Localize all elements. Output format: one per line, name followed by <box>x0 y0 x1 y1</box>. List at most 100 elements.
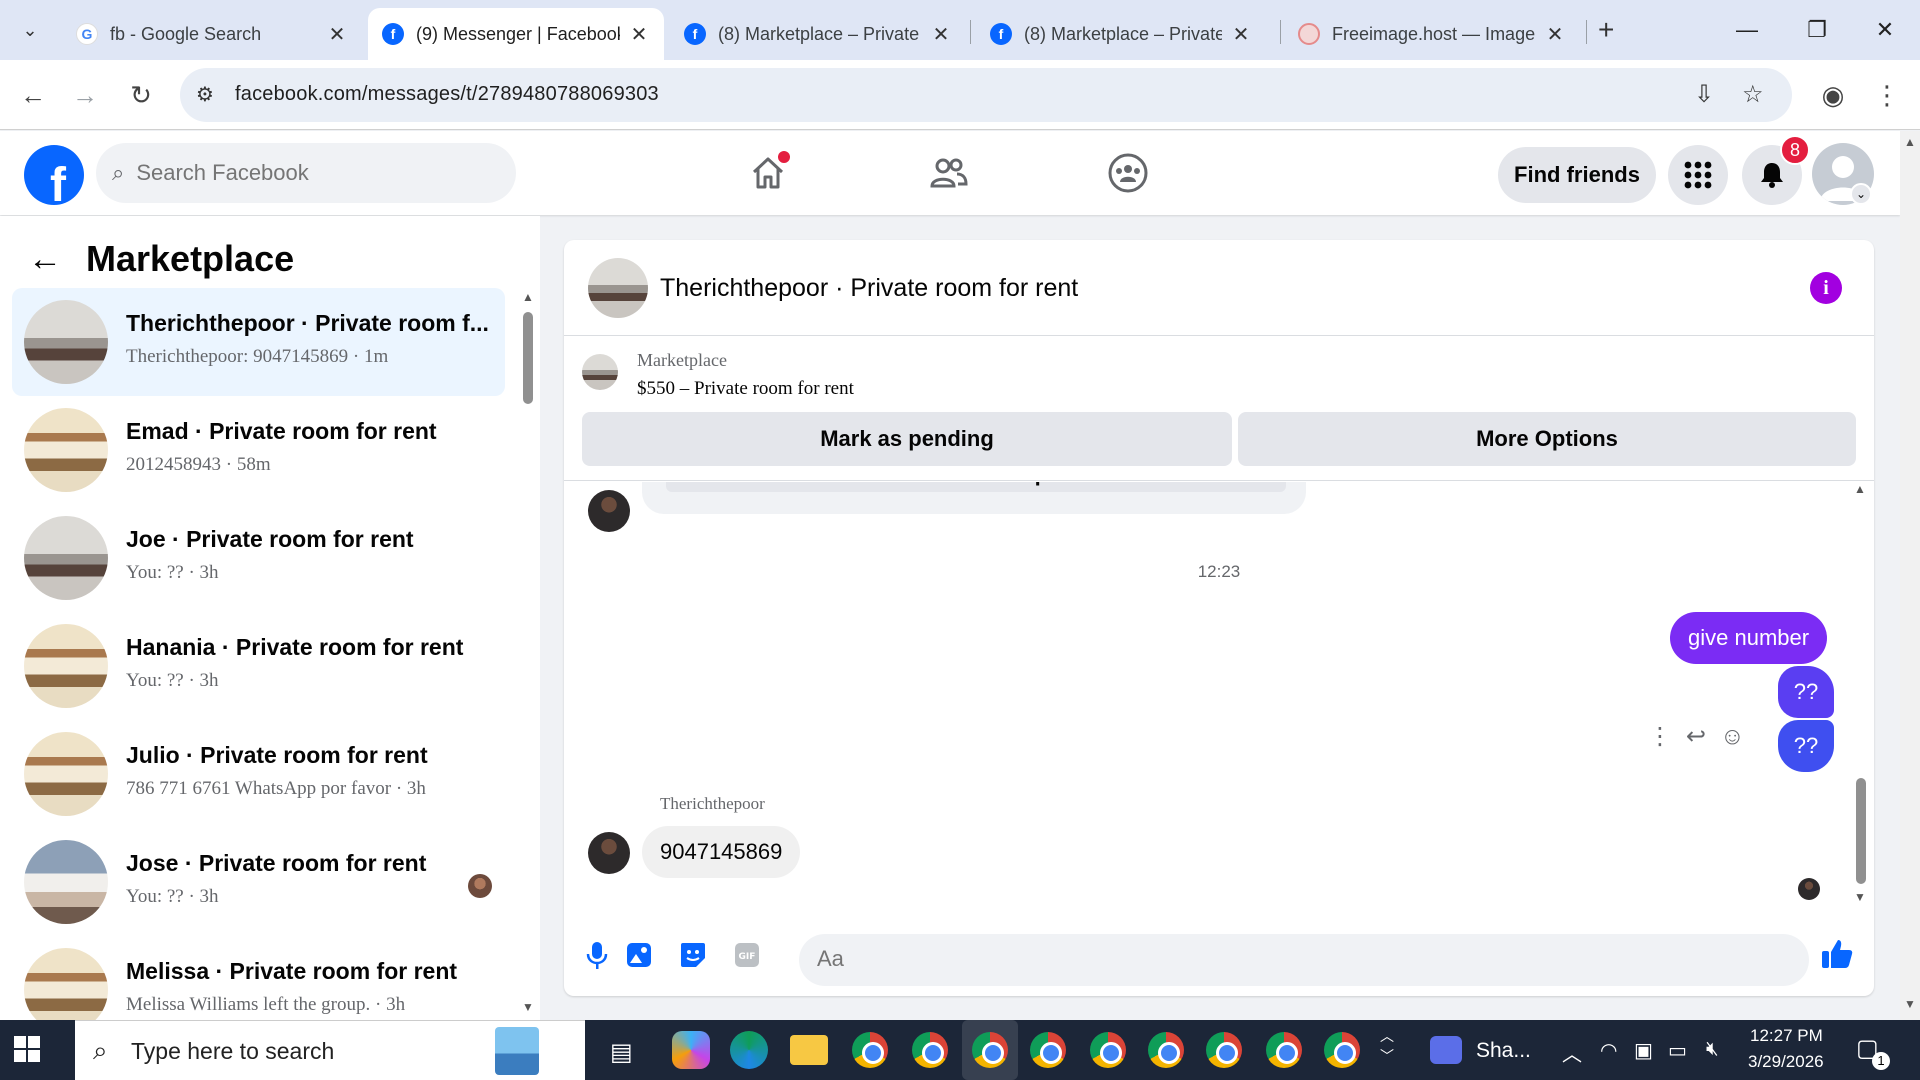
page-scrollbar[interactable]: ▲ ▼ <box>1900 131 1920 1020</box>
minimize-icon[interactable]: — <box>1724 12 1770 48</box>
chrome-profile-icon[interactable] <box>912 1032 948 1068</box>
conversation-jose[interactable]: Jose · Private room for rent You: ?? · 3… <box>12 828 505 936</box>
clock-date[interactable]: 3/29/2026 <box>1748 1052 1824 1072</box>
react-icon[interactable]: ☺ <box>1720 723 1745 751</box>
menu-button[interactable] <box>1668 145 1728 205</box>
chat-title[interactable]: Therichthepoor · Private room for rent <box>660 274 1078 303</box>
address-bar[interactable]: ⚙ facebook.com/messages/t/27894807880693… <box>180 68 1792 122</box>
chrome-profile-icon[interactable] <box>972 1032 1008 1068</box>
back-arrow-icon[interactable]: ← <box>16 78 50 112</box>
search-input[interactable] <box>136 160 437 186</box>
gif-icon[interactable]: GIF <box>730 938 764 972</box>
tab-search-button[interactable]: ⌄ <box>10 12 50 48</box>
sticker-icon[interactable] <box>676 938 710 972</box>
close-tab-icon[interactable]: ✕ <box>326 22 348 47</box>
scroll-up-icon[interactable]: ▲ <box>522 290 534 304</box>
more-actions-icon[interactable]: ⋮ <box>1648 722 1672 751</box>
facebook-logo[interactable]: f <box>24 145 84 205</box>
taskbar-search[interactable]: ⌕ Type here to search <box>75 1020 585 1080</box>
home-nav[interactable] <box>738 147 798 199</box>
chat-avatar[interactable] <box>588 258 648 318</box>
scroll-up-icon[interactable]: ▲ <box>1904 135 1916 149</box>
chrome-profile-icon[interactable] <box>1206 1032 1242 1068</box>
share-app-icon[interactable] <box>1430 1036 1462 1064</box>
task-view-icon[interactable]: ▤ <box>610 1038 633 1067</box>
reload-icon[interactable]: ↻ <box>124 78 158 112</box>
show-hidden-icons-chevron[interactable]: ︿ <box>1562 1038 1582 1067</box>
close-tab-icon[interactable]: ✕ <box>930 22 952 47</box>
chrome-profile-icon[interactable] <box>1148 1032 1184 1068</box>
close-window-icon[interactable]: ✕ <box>1862 12 1908 48</box>
chrome-icon[interactable] <box>852 1032 888 1068</box>
find-friends-button[interactable]: Find friends <box>1498 147 1656 203</box>
share-app-label[interactable]: Sha... <box>1476 1039 1531 1063</box>
scrollbar-thumb[interactable] <box>523 312 533 404</box>
url-text[interactable]: facebook.com/messages/t/2789480788069303 <box>235 83 659 106</box>
conversation-emad[interactable]: Emad · Private room for rent 2012458943 … <box>12 396 505 504</box>
friends-nav[interactable] <box>918 147 978 199</box>
more-options-button[interactable]: More Options <box>1238 412 1856 466</box>
tab-messenger[interactable]: f (9) Messenger | Facebook ✕ <box>368 8 664 60</box>
edge-icon[interactable] <box>730 1031 768 1069</box>
scroll-up-icon[interactable]: ▲ <box>1854 482 1866 496</box>
battery-icon[interactable]: ▭ <box>1668 1038 1687 1063</box>
outgoing-message[interactable]: ?? <box>1778 666 1834 718</box>
account-chevron-icon[interactable]: ⌄ <box>1850 183 1872 205</box>
facebook-search[interactable]: ⌕ <box>96 143 516 203</box>
reply-icon[interactable]: ↩ <box>1686 722 1706 751</box>
microphone-icon[interactable] <box>580 938 614 972</box>
info-icon[interactable]: i <box>1810 272 1842 304</box>
conversation-julio[interactable]: Julio · Private room for rent 786 771 67… <box>12 720 505 828</box>
incoming-message[interactable]: 9047145869 <box>642 826 801 878</box>
listing-title[interactable]: $550 – Private room for rent <box>637 378 854 400</box>
browser-menu-icon[interactable]: ⋮ <box>1870 78 1904 112</box>
tab-google-search[interactable]: G fb - Google Search ✕ <box>62 8 362 60</box>
tab-marketplace-2[interactable]: f (8) Marketplace – Private ✕ <box>976 8 1266 60</box>
tab-freeimage[interactable]: Freeimage.host — Image ✕ <box>1284 8 1580 60</box>
scroll-down-icon[interactable]: ▼ <box>522 1000 534 1014</box>
site-settings-icon[interactable]: ⚙ <box>196 82 214 107</box>
conversation-joe[interactable]: Joe · Private room for rent You: ?? · 3h <box>12 504 505 612</box>
volume-muted-icon[interactable]: 🔇︎ <box>1706 1038 1719 1061</box>
scrollbar-thumb[interactable] <box>1856 778 1866 884</box>
chrome-profile-icon[interactable] <box>1324 1032 1360 1068</box>
shared-card[interactable]: Kate Therichthepoor <box>642 482 1306 514</box>
profile-icon[interactable]: ◉ <box>1816 78 1850 112</box>
close-tab-icon[interactable]: ✕ <box>1544 22 1566 47</box>
windows-start-icon[interactable] <box>14 1036 42 1064</box>
back-arrow-icon[interactable]: ← <box>28 240 62 279</box>
conversation-therichthepoor[interactable]: Therichthepoor · Private room f... Theri… <box>12 288 505 396</box>
file-explorer-icon[interactable] <box>790 1035 828 1065</box>
chrome-profile-icon[interactable] <box>1030 1032 1066 1068</box>
photo-icon[interactable] <box>622 938 656 972</box>
taskbar-overflow-chevrons[interactable]: ︿ ﹀ <box>1380 1026 1394 1066</box>
chrome-profile-icon[interactable] <box>1090 1032 1126 1068</box>
bookmark-star-icon[interactable]: ☆ <box>1742 80 1764 109</box>
message-input[interactable] <box>817 946 1717 972</box>
new-tab-plus-icon[interactable]: + <box>1598 14 1614 46</box>
conversation-hanania[interactable]: Hanania · Private room for rent You: ?? … <box>12 612 505 720</box>
windows-taskbar: ⌕ Type here to search ▤ ︿ ﹀ Sha... ︿ ◠ ▣ … <box>0 1020 1920 1080</box>
outgoing-message[interactable]: ?? <box>1778 720 1834 772</box>
outgoing-message[interactable]: give number <box>1670 612 1828 664</box>
install-app-icon[interactable]: ⇩ <box>1694 80 1714 109</box>
forward-arrow-icon[interactable]: → <box>68 78 102 112</box>
tab-marketplace-1[interactable]: f (8) Marketplace – Private ✕ <box>670 8 966 60</box>
groups-nav[interactable] <box>1098 147 1158 199</box>
scroll-down-icon[interactable]: ▼ <box>1854 890 1866 904</box>
restore-icon[interactable]: ❐ <box>1794 12 1840 48</box>
mark-as-pending-button[interactable]: Mark as pending <box>582 412 1232 466</box>
clock-time[interactable]: 12:27 PM <box>1750 1026 1823 1046</box>
scroll-down-icon[interactable]: ▼ <box>1904 997 1916 1011</box>
copilot-icon[interactable] <box>672 1031 710 1069</box>
thumbs-up-icon[interactable] <box>1820 938 1854 978</box>
thread-scrollbar[interactable]: ▲ ▼ <box>1852 482 1868 908</box>
close-tab-icon[interactable]: ✕ <box>1230 22 1252 47</box>
chrome-profile-icon[interactable] <box>1266 1032 1302 1068</box>
listing-mini-thumbnail[interactable] <box>582 354 618 390</box>
device-icon[interactable]: ▣ <box>1634 1038 1653 1063</box>
message-input-box[interactable]: ☺ <box>799 934 1809 986</box>
sidebar-scrollbar[interactable]: ▲ ▼ <box>521 290 535 1014</box>
wifi-icon[interactable]: ◠ <box>1600 1038 1617 1063</box>
close-tab-icon[interactable]: ✕ <box>628 22 650 47</box>
